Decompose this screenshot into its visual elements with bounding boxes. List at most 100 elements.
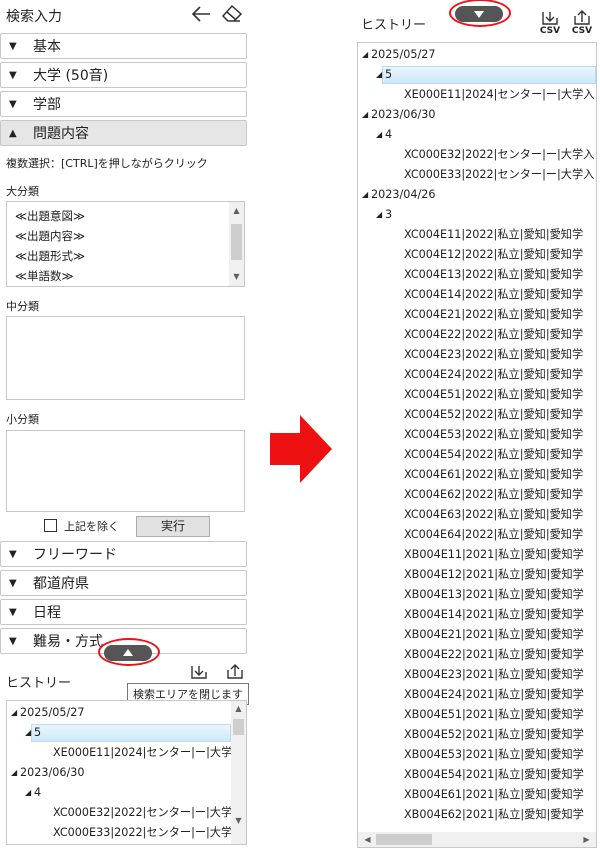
scroll-thumb[interactable] — [231, 224, 242, 260]
tree-node-label: XB004E53|2021|私立|愛知|愛知学 — [404, 748, 584, 761]
tree-node-label: XC000E32|2022|センター|ー|大学入 — [53, 806, 244, 819]
tree-expander-icon[interactable]: ◢ — [11, 763, 17, 783]
tree-node-label: 2023/06/30 — [371, 108, 436, 121]
csv-upload-icon[interactable] — [224, 662, 246, 682]
listbox-item[interactable]: ≪単語数≫ — [7, 266, 244, 286]
tree-node-label: XC004E51|2022|私立|愛知|愛知学 — [404, 388, 584, 401]
scroll-thumb[interactable] — [233, 719, 244, 735]
tree-node-label: XB004E21|2021|私立|愛知|愛知学 — [404, 628, 584, 641]
tree-node-label: 2023/06/30 — [20, 766, 85, 779]
accordion-top-2[interactable]: ▼ 学部 — [0, 91, 247, 117]
history-tree-right[interactable]: ◢ 2025/05/27 ◢ 5 XE000E11|2024|センター|ー|大学入 ◢ 20… — [357, 42, 597, 848]
tree-expander-icon[interactable]: ◢ — [362, 105, 368, 125]
accordion-top-3[interactable]: ▲ 問題内容 — [0, 120, 247, 146]
selection-highlight — [31, 724, 231, 742]
tree-node-label: XB004E13|2021|私立|愛知|愛知学 — [404, 588, 584, 601]
tree-node-label: 5 — [385, 68, 393, 81]
tree-node-label: XB004E23|2021|私立|愛知|愛知学 — [404, 668, 584, 681]
tree-node-label: XC004E52|2022|私立|愛知|愛知学 — [404, 408, 584, 421]
history-title-right: ヒストリー — [361, 18, 427, 33]
tree-expander-icon[interactable]: ◢ — [362, 185, 368, 205]
accordion-bottom-2[interactable]: ▼ 日程 — [0, 599, 247, 625]
tree-node-label: 4 — [385, 128, 393, 141]
eraser-icon[interactable] — [220, 3, 244, 23]
tree-node-label: XE000E11|2024|センター|ー|大学入 — [53, 746, 244, 759]
large-category-listbox[interactable]: ≪出題意図≫ ≪出題内容≫ ≪出題形式≫ ≪単語数≫ ▲ ▼ — [6, 201, 245, 287]
tree-node-label: XC004E63|2022|私立|愛知|愛知学 — [404, 508, 584, 521]
tree-node-label: XB004E52|2021|私立|愛知|愛知学 — [404, 728, 584, 741]
tree-node-label: 2025/05/27 — [371, 48, 436, 61]
tree-expander-icon[interactable]: ◢ — [376, 65, 382, 85]
scroll-down-icon[interactable]: ▼ — [229, 270, 244, 284]
tree-node-label: XC004E22|2022|私立|愛知|愛知学 — [404, 328, 584, 341]
large-category-label: 大分類 — [6, 185, 39, 198]
tree-expander-icon[interactable]: ◢ — [25, 783, 31, 803]
tree-node-label: XE000E11|2024|センター|ー|大学入 — [404, 88, 595, 101]
accordion-bottom-1[interactable]: ▼ 都道府県 — [0, 570, 247, 596]
exclude-checkbox[interactable] — [44, 519, 57, 532]
listbox-item[interactable]: ≪出題形式≫ — [7, 246, 244, 266]
transition-arrow-icon — [270, 415, 332, 483]
tree-node-label: XB004E12|2021|私立|愛知|愛知学 — [404, 568, 584, 581]
csv-import-label: CSV — [571, 26, 593, 36]
tree-node-label: 4 — [34, 786, 42, 799]
chevron-down-icon: ▼ — [9, 548, 17, 560]
tree-node-label: XC004E11|2022|私立|愛知|愛知学 — [404, 228, 584, 241]
history-title: ヒストリー — [6, 676, 72, 691]
scroll-down-icon[interactable]: ▼ — [231, 814, 246, 828]
tree-vscrollbar-left[interactable]: ▲ ▼ — [231, 701, 246, 844]
tree-node-label: XC004E64|2022|私立|愛知|愛知学 — [404, 528, 584, 541]
scroll-left-icon[interactable]: ◀ — [360, 833, 375, 847]
scroll-up-icon[interactable]: ▲ — [229, 204, 244, 218]
tree-hscrollbar-right[interactable]: ◀ ▶ — [358, 832, 596, 847]
chevron-down-icon: ▼ — [9, 606, 17, 618]
tree-node-label: 2023/04/26 — [371, 188, 436, 201]
scroll-up-icon[interactable]: ▲ — [231, 702, 246, 716]
tree-node-label: XB004E61|2021|私立|愛知|愛知学 — [404, 788, 584, 801]
tree-expander-icon[interactable]: ◢ — [362, 45, 368, 65]
accordion-bottom-0[interactable]: ▼ フリーワード — [0, 541, 247, 567]
back-arrow-icon[interactable] — [190, 5, 212, 23]
csv-upload-icon[interactable] — [570, 8, 594, 28]
tree-node-label: XB004E22|2021|私立|愛知|愛知学 — [404, 648, 584, 661]
small-category-listbox[interactable] — [6, 430, 245, 512]
tree-node-label: XC004E12|2022|私立|愛知|愛知学 — [404, 248, 584, 261]
accordion-label: フリーワード — [33, 547, 117, 563]
small-category-label: 小分類 — [6, 413, 39, 426]
tree-expander-icon[interactable]: ◢ — [376, 205, 382, 225]
listbox-scrollbar[interactable]: ▲ ▼ — [229, 202, 244, 286]
tree-node-label: XC004E24|2022|私立|愛知|愛知学 — [404, 368, 584, 381]
mid-category-label: 中分類 — [6, 300, 39, 313]
accordion-label: 日程 — [33, 605, 61, 621]
csv-download-icon[interactable] — [188, 664, 210, 682]
scroll-right-icon[interactable]: ▶ — [579, 833, 594, 847]
history-tree-left[interactable]: ◢ 2025/05/27 ◢ 5 XE000E11|2024|センター|ー|大学入 ◢ 20… — [6, 700, 247, 845]
tree-node-label: XC004E62|2022|私立|愛知|愛知学 — [404, 488, 584, 501]
chevron-down-icon: ▼ — [9, 69, 17, 81]
accordion-top-0[interactable]: ▼ 基本 — [0, 33, 247, 59]
tree-node-label: XB004E14|2021|私立|愛知|愛知学 — [404, 608, 584, 621]
tree-node-label: XC004E53|2022|私立|愛知|愛知学 — [404, 428, 584, 441]
chevron-down-icon: ▼ — [9, 577, 17, 589]
listbox-item[interactable]: ≪出題意図≫ — [7, 206, 244, 226]
tree-expander-icon[interactable]: ◢ — [376, 125, 382, 145]
tree-node-label: XC004E61|2022|私立|愛知|愛知学 — [404, 468, 584, 481]
run-button[interactable]: 実行 — [136, 516, 210, 537]
tree-node-label: XB004E24|2021|私立|愛知|愛知学 — [404, 688, 584, 701]
tree-node-label: XC004E13|2022|私立|愛知|愛知学 — [404, 268, 584, 281]
tree-node-label: 2025/05/27 — [20, 706, 85, 719]
accordion-top-1[interactable]: ▼ 大学 (50音) — [0, 62, 247, 88]
csv-export-label: CSV — [539, 26, 561, 36]
tree-node-label: 3 — [385, 208, 393, 221]
accordion-label: 学部 — [33, 97, 61, 113]
tree-node-label: XB004E51|2021|私立|愛知|愛知学 — [404, 708, 584, 721]
chevron-up-icon: ▲ — [9, 127, 17, 139]
chevron-down-icon: ▼ — [9, 98, 17, 110]
tree-node-label: XC004E23|2022|私立|愛知|愛知学 — [404, 348, 584, 361]
mid-category-listbox[interactable] — [6, 316, 245, 400]
listbox-item[interactable]: ≪出題内容≫ — [7, 226, 244, 246]
tree-expander-icon[interactable]: ◢ — [11, 703, 17, 723]
scroll-thumb[interactable] — [376, 834, 432, 845]
tree-expander-icon[interactable]: ◢ — [25, 723, 31, 743]
accordion-label: 問題内容 — [33, 126, 89, 142]
